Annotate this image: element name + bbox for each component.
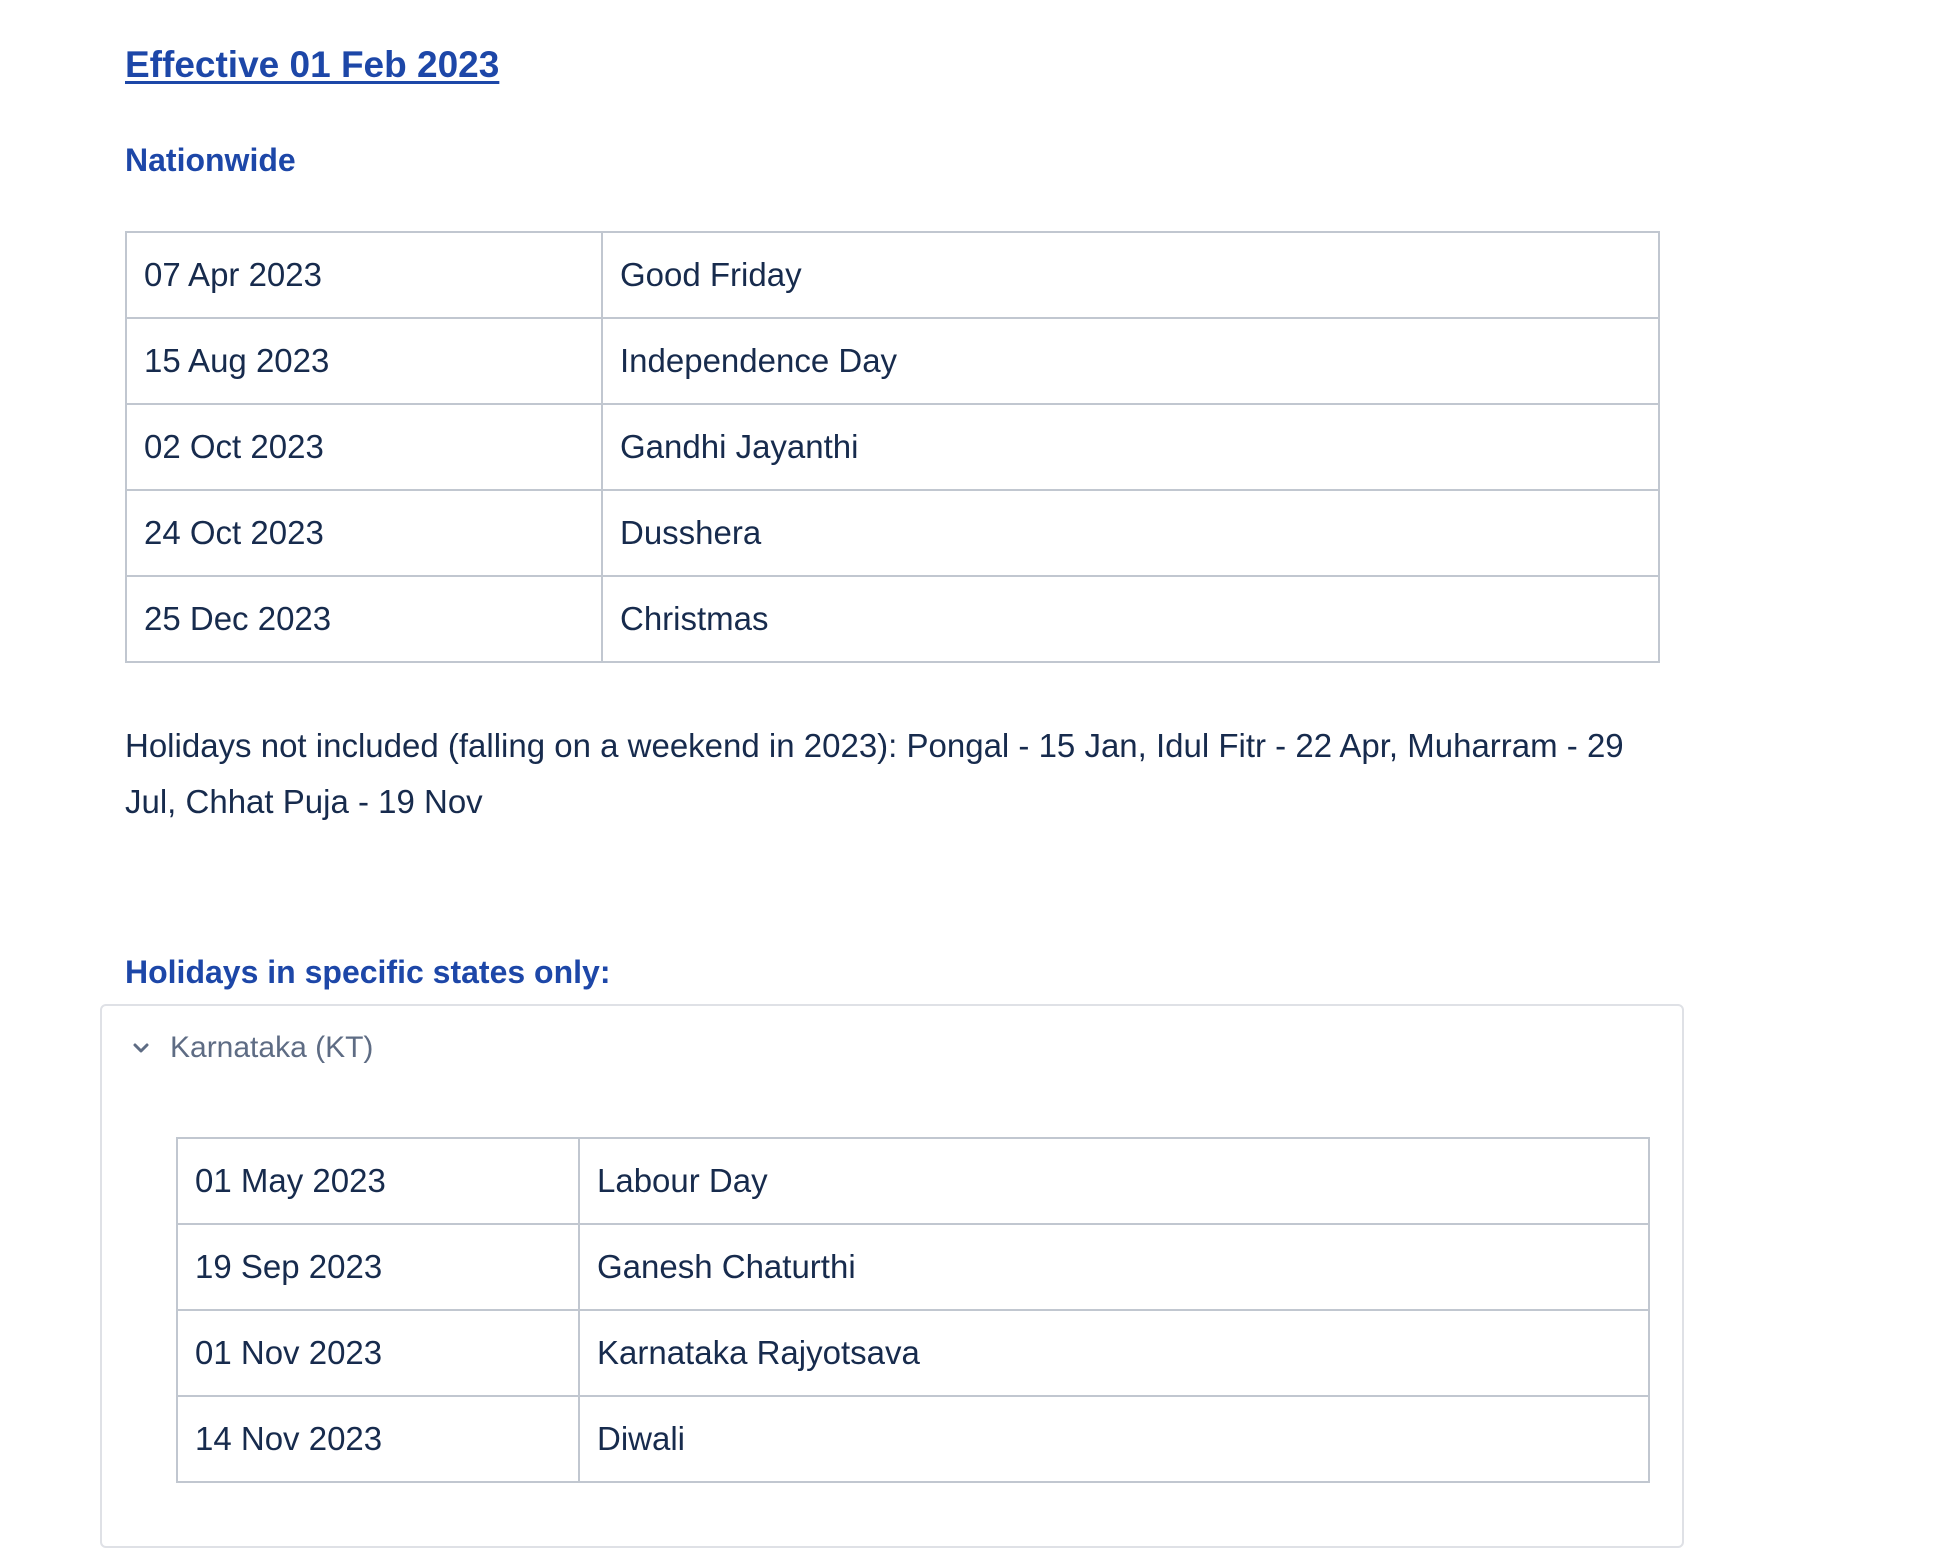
table-row: 01 Nov 2023 Karnataka Rajyotsava: [176, 1309, 1650, 1397]
karnataka-expand-toggle[interactable]: Karnataka (KT): [130, 1028, 373, 1068]
holiday-name: Dusshera: [601, 489, 1660, 577]
table-row: 15 Aug 2023 Independence Day: [125, 317, 1660, 405]
expand-label: Karnataka (KT): [170, 1031, 374, 1064]
holiday-date: 02 Oct 2023: [125, 403, 603, 491]
state-holidays-heading: Holidays in specific states only:: [125, 954, 611, 990]
holiday-date: 25 Dec 2023: [125, 575, 603, 663]
table-row: 02 Oct 2023 Gandhi Jayanthi: [125, 403, 1660, 491]
holiday-date: 14 Nov 2023: [176, 1395, 580, 1483]
holiday-name: Christmas: [601, 575, 1660, 663]
karnataka-holidays-table: 01 May 2023 Labour Day 19 Sep 2023 Ganes…: [176, 1137, 1650, 1483]
table-row: 07 Apr 2023 Good Friday: [125, 231, 1660, 319]
page-heading-link[interactable]: Effective 01 Feb 2023: [125, 40, 499, 90]
nationwide-heading: Nationwide: [125, 142, 296, 178]
holiday-date: 01 May 2023: [176, 1137, 580, 1225]
holiday-name: Independence Day: [601, 317, 1660, 405]
holiday-name: Gandhi Jayanthi: [601, 403, 1660, 491]
holiday-date: 19 Sep 2023: [176, 1223, 580, 1311]
holiday-date: 24 Oct 2023: [125, 489, 603, 577]
table-row: 14 Nov 2023 Diwali: [176, 1395, 1650, 1483]
holiday-name: Good Friday: [601, 231, 1660, 319]
table-row: 01 May 2023 Labour Day: [176, 1137, 1650, 1225]
table-row: 19 Sep 2023 Ganesh Chaturthi: [176, 1223, 1650, 1311]
chevron-down-icon: [130, 1037, 152, 1059]
karnataka-expand-panel: Karnataka (KT) 01 May 2023 Labour Day 19…: [100, 1004, 1684, 1548]
holiday-name: Karnataka Rajyotsava: [578, 1309, 1650, 1397]
table-row: 25 Dec 2023 Christmas: [125, 575, 1660, 663]
weekend-holidays-note: Holidays not included (falling on a week…: [125, 727, 1624, 820]
table-row: 24 Oct 2023 Dusshera: [125, 489, 1660, 577]
holiday-name: Labour Day: [578, 1137, 1650, 1225]
holiday-date: 07 Apr 2023: [125, 231, 603, 319]
holiday-date: 15 Aug 2023: [125, 317, 603, 405]
nationwide-holidays-table: 07 Apr 2023 Good Friday 15 Aug 2023 Inde…: [125, 231, 1660, 663]
holiday-name: Diwali: [578, 1395, 1650, 1483]
holiday-name: Ganesh Chaturthi: [578, 1223, 1650, 1311]
holiday-date: 01 Nov 2023: [176, 1309, 580, 1397]
